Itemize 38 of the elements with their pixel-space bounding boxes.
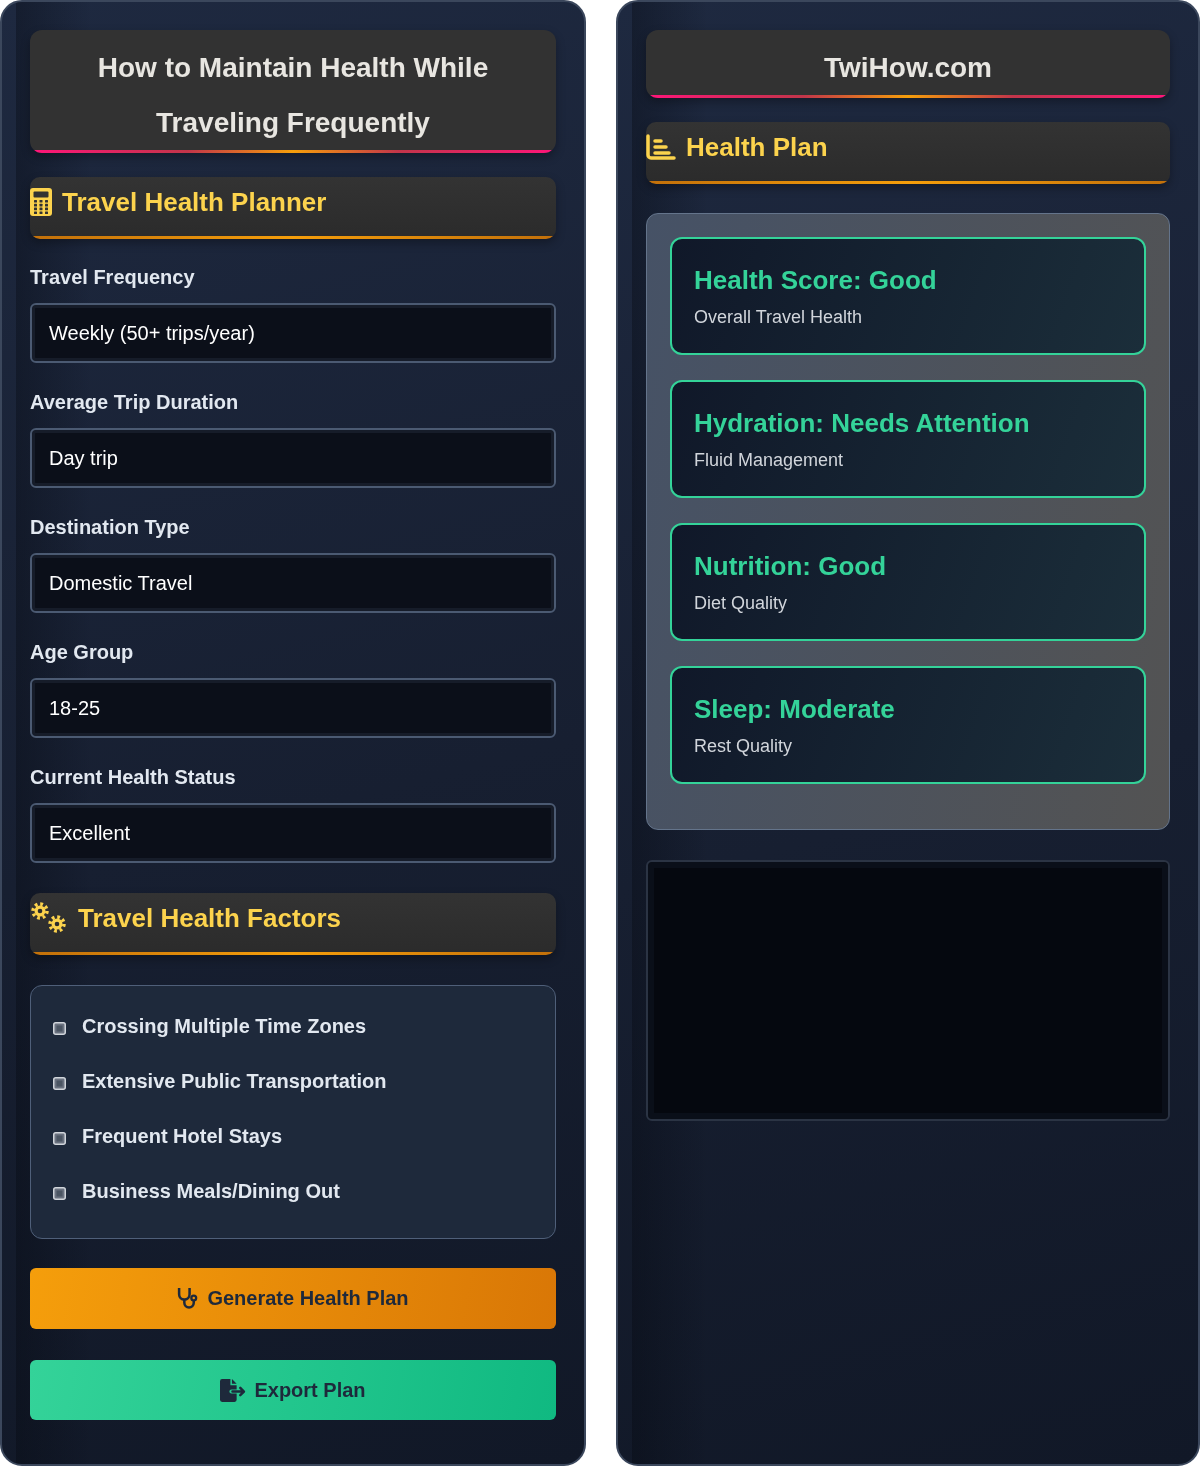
stethoscope-icon	[177, 1287, 200, 1310]
card-title: Hydration: Needs Attention	[694, 407, 1031, 440]
export-plan-button[interactable]: Export Plan	[30, 1360, 556, 1420]
dropdown-field[interactable]: Weekly (50+ trips/year)	[30, 303, 556, 363]
dropdown-field[interactable]: Domestic Travel	[30, 553, 556, 613]
bar-chart-icon	[646, 134, 676, 160]
field-label: Average Trip Duration	[30, 390, 240, 414]
factor-label: Business Meals/Dining Out	[82, 1179, 340, 1204]
field-label: Current Health Status	[30, 765, 237, 789]
checkbox[interactable]	[53, 1187, 66, 1200]
checkbox[interactable]	[53, 1132, 66, 1145]
card-subtitle: Rest Quality	[694, 735, 794, 758]
section-title: Travel Health Planner	[62, 186, 327, 219]
checkbox[interactable]	[53, 1077, 66, 1090]
calculator-icon	[30, 188, 52, 216]
generate-plan-button[interactable]: Generate Health Plan	[30, 1268, 556, 1329]
gears-icon	[30, 901, 68, 935]
section-title: Travel Health Factors	[78, 902, 341, 935]
card-subtitle: Fluid Management	[694, 449, 845, 472]
field-label: Destination Type	[30, 515, 191, 539]
section-title: Health Plan	[686, 131, 828, 164]
card-title: Nutrition: Good	[694, 550, 888, 583]
dropdown-field[interactable]: Excellent	[30, 803, 556, 863]
dropdown-field[interactable]: Day trip	[30, 428, 556, 488]
factor-label: Crossing Multiple Time Zones	[82, 1014, 367, 1039]
page-title: How to Maintain Health While Traveling Frequently	[30, 30, 556, 153]
card-subtitle: Overall Travel Health	[694, 306, 864, 329]
factor-label: Extensive Public Transportation	[82, 1069, 387, 1094]
card-title: Sleep: Moderate	[694, 693, 896, 726]
field-label: Age Group	[30, 640, 135, 664]
field-label: Travel Frequency	[30, 265, 196, 289]
file-export-icon	[220, 1378, 247, 1402]
dropdown-field[interactable]: 18-25	[30, 678, 556, 738]
checkbox[interactable]	[53, 1022, 66, 1035]
factor-label: Frequent Hotel Stays	[82, 1124, 283, 1149]
site-title: TwiHow.com	[646, 30, 1170, 98]
card-subtitle: Diet Quality	[694, 592, 789, 615]
card-title: Health Score: Good	[694, 264, 938, 297]
